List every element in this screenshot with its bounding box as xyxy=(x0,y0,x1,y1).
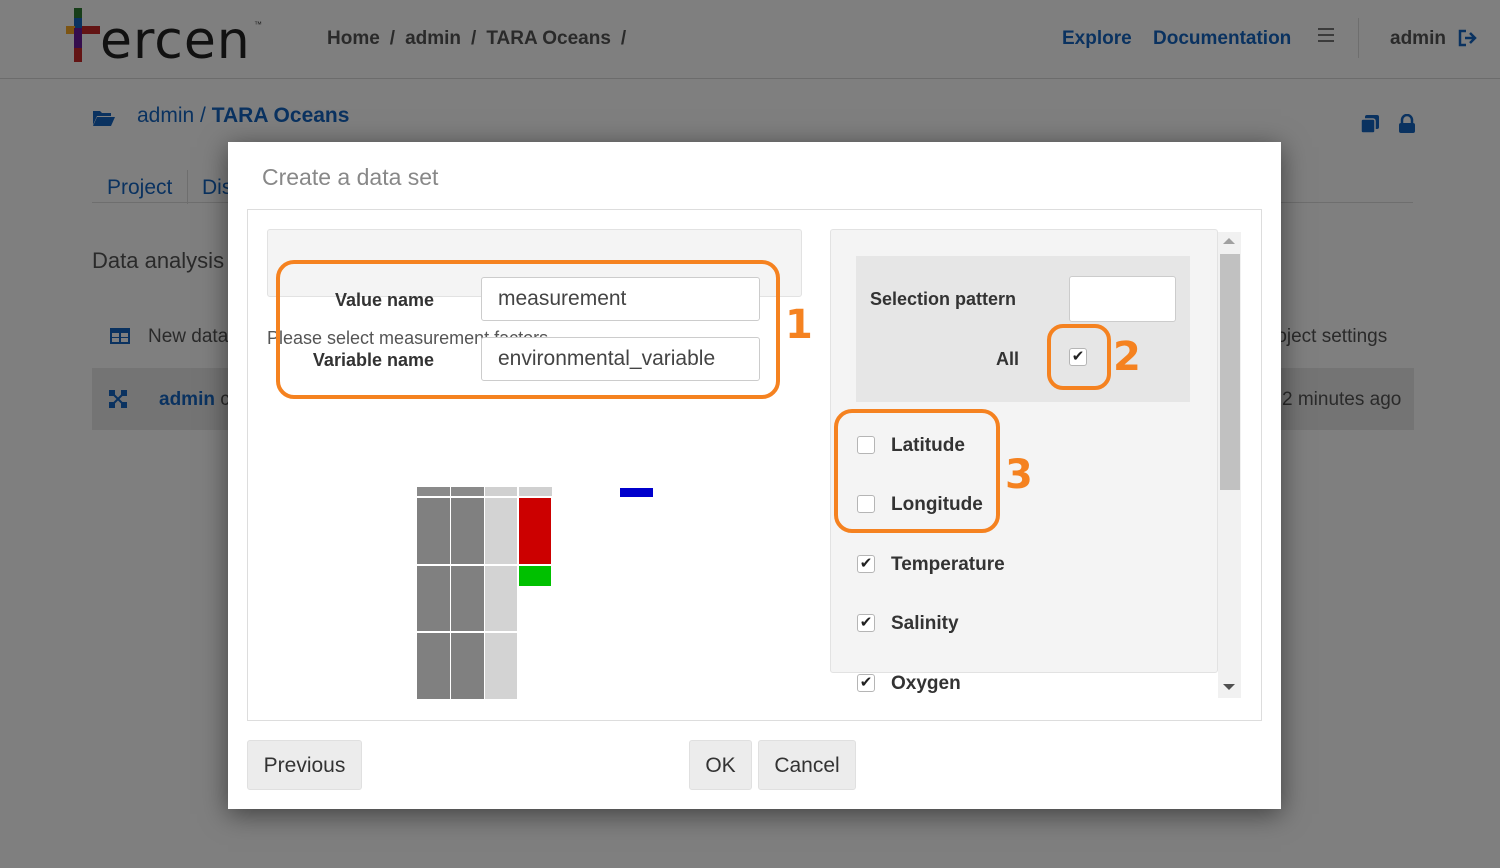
cancel-button[interactable]: Cancel xyxy=(758,740,856,790)
preview-cell xyxy=(485,566,517,631)
annotation-number-2: 2 xyxy=(1113,334,1141,380)
all-label: All xyxy=(996,349,1020,369)
preview-cell xyxy=(485,498,517,564)
temperature-checkbox[interactable]: ✔ xyxy=(857,555,875,573)
scroll-up-arrow-icon[interactable] xyxy=(1223,238,1235,244)
dataset-preview xyxy=(417,487,552,699)
annotation-box-2 xyxy=(1047,324,1111,390)
preview-cell xyxy=(417,498,450,564)
annotation-number-1: 1 xyxy=(785,302,813,348)
preview-cell xyxy=(417,566,450,631)
oxygen-checkbox[interactable]: ✔ xyxy=(857,674,875,692)
preview-marker xyxy=(620,488,653,497)
annotation-box-3 xyxy=(834,409,1000,533)
preview-variable-cell xyxy=(519,566,551,586)
preview-cell xyxy=(451,566,484,631)
salinity-checkbox[interactable]: ✔ xyxy=(857,614,875,632)
preview-value-cell xyxy=(519,498,551,564)
previous-button[interactable]: Previous xyxy=(247,740,362,790)
preview-header-cell xyxy=(417,487,450,496)
temperature-label: Temperature xyxy=(891,554,1005,575)
salinity-label: Salinity xyxy=(891,613,959,634)
preview-header-cell xyxy=(519,487,552,496)
dialog-title: Create a data set xyxy=(262,164,439,190)
scroll-down-arrow-icon[interactable] xyxy=(1223,684,1235,690)
ok-button[interactable]: OK xyxy=(689,740,752,790)
preview-cell xyxy=(451,633,484,699)
annotation-number-3: 3 xyxy=(1005,452,1033,498)
scrollbar-thumb[interactable] xyxy=(1220,254,1240,490)
preview-cell xyxy=(485,633,517,699)
preview-cell xyxy=(417,633,450,699)
preview-header-cell xyxy=(485,487,517,496)
preview-cell xyxy=(451,498,484,564)
preview-header-cell xyxy=(451,487,484,496)
annotation-box-1 xyxy=(276,260,780,399)
selection-pattern-input[interactable] xyxy=(1069,276,1176,322)
selection-pattern-label: Selection pattern xyxy=(870,289,1017,309)
oxygen-label: Oxygen xyxy=(891,673,961,694)
